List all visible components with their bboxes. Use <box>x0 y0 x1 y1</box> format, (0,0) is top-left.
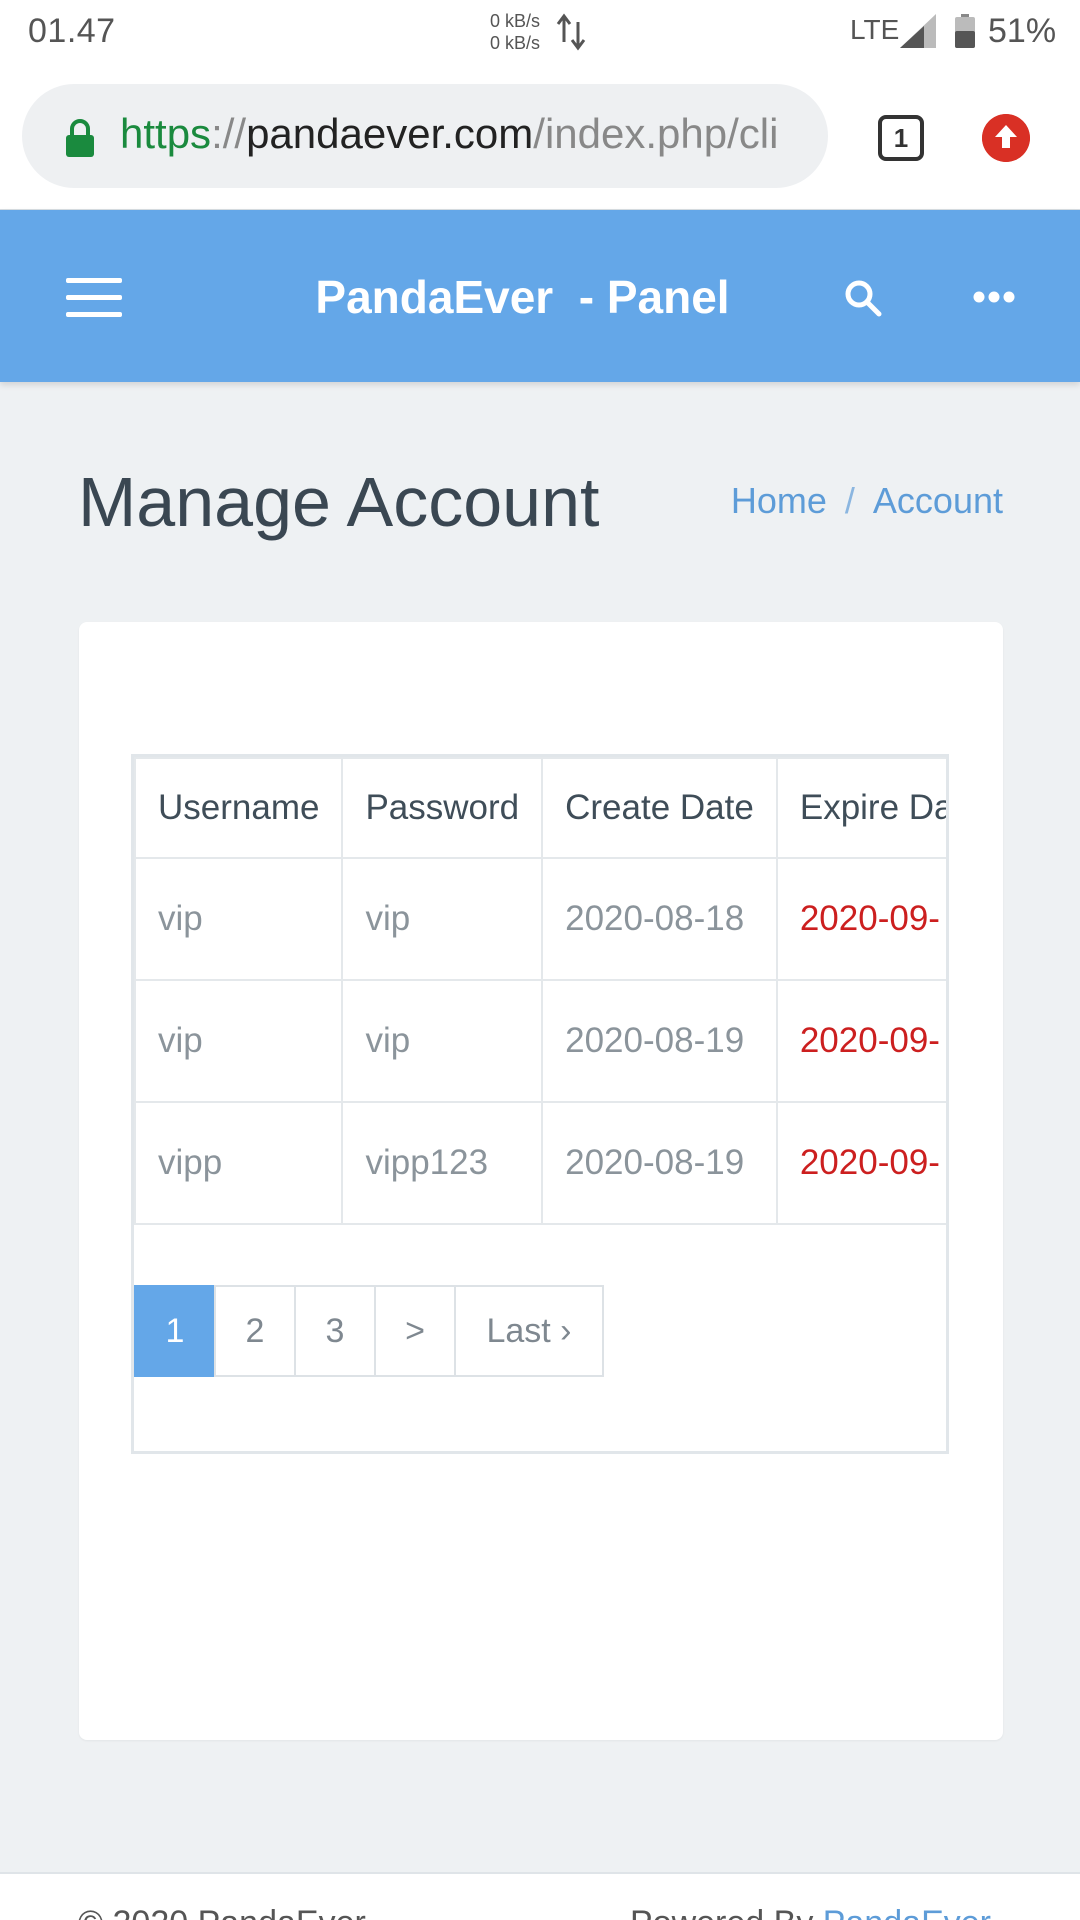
signal-icon <box>900 14 936 48</box>
url-text[interactable]: https://pandaever.com/index.php/cli <box>120 110 820 158</box>
tab-switcher-icon[interactable]: 1 <box>878 115 924 161</box>
breadcrumb-home[interactable]: Home <box>731 480 827 521</box>
footer-credit-prefix: Powered By <box>630 1904 823 1920</box>
network-speed: 0 kB/s 0 kB/s <box>490 10 540 54</box>
download-speed: 0 kB/s <box>490 33 541 53</box>
status-bar: 01.47 0 kB/s 0 kB/s LTE 51% <box>0 0 1080 64</box>
column-header-username: Username <box>134 757 344 859</box>
search-icon[interactable] <box>843 278 883 318</box>
column-header-password: Password <box>341 757 544 859</box>
cell-username: vip <box>134 857 344 981</box>
cell-expire-date: 2020-09- <box>775 857 946 981</box>
cell-username: vipp <box>134 1101 344 1225</box>
cell-password: vip <box>341 979 544 1103</box>
page-title: Manage Account <box>78 463 600 541</box>
pagination: 1 2 3 > Last › <box>134 1285 604 1377</box>
breadcrumb: Home / Account <box>731 480 1003 522</box>
table-row: vipp vipp123 2020-08-19 2020-09- <box>134 1101 946 1225</box>
cell-username: vip <box>134 979 344 1103</box>
table-row: vip vip 2020-08-19 2020-09- <box>134 979 946 1103</box>
cell-expire-date: 2020-09- <box>775 1101 946 1225</box>
cell-create-date: 2020-08-19 <box>541 979 778 1103</box>
data-transfer-icon <box>556 13 586 51</box>
more-options-icon[interactable] <box>972 290 1016 304</box>
breadcrumb-separator: / <box>844 480 855 521</box>
footer-copyright: © 2020 PandaEver <box>78 1904 366 1920</box>
footer-credit: Powered By PandaEver <box>630 1904 991 1920</box>
page-3-button[interactable]: 3 <box>294 1285 376 1377</box>
url-path: /index.php/cli <box>533 110 779 157</box>
network-type: LTE <box>850 14 900 45</box>
breadcrumb-account[interactable]: Account <box>873 480 1003 521</box>
address-bar[interactable]: https://pandaever.com/index.php/cli <box>22 84 828 188</box>
table-scroll-container[interactable]: Username Password Create Date Expire Dat… <box>131 754 949 1454</box>
url-scheme: https <box>120 110 212 157</box>
url-host: pandaever.com <box>246 110 534 157</box>
cell-create-date: 2020-08-19 <box>541 1101 778 1225</box>
battery-percent: 51% <box>988 12 1057 50</box>
update-icon[interactable] <box>982 114 1030 162</box>
last-page-button[interactable]: Last › <box>454 1285 604 1377</box>
table-row: vip vip 2020-08-18 2020-09- <box>134 857 946 981</box>
page-2-button[interactable]: 2 <box>214 1285 296 1377</box>
battery-icon <box>955 14 975 48</box>
upload-speed: 0 kB/s <box>490 11 541 31</box>
next-page-button[interactable]: > <box>374 1285 456 1377</box>
lock-icon <box>66 119 94 157</box>
status-time: 01.47 <box>28 12 116 50</box>
page-footer: © 2020 PandaEver Powered By PandaEver <box>0 1872 1080 1920</box>
column-header-expire-date: Expire Date <box>775 757 946 859</box>
cell-password: vip <box>341 857 544 981</box>
footer-credit-link[interactable]: PandaEver <box>823 1904 991 1920</box>
table-header-row: Username Password Create Date Expire Dat… <box>134 757 946 859</box>
accounts-card: Username Password Create Date Expire Dat… <box>79 622 1003 1740</box>
cell-create-date: 2020-08-18 <box>541 857 778 981</box>
url-separator: :// <box>211 110 247 157</box>
accounts-table: Username Password Create Date Expire Dat… <box>134 757 946 1225</box>
browser-toolbar: https://pandaever.com/index.php/cli 1 <box>0 64 1080 210</box>
page-1-button[interactable]: 1 <box>134 1285 216 1377</box>
app-navbar: PandaEver - Panel <box>0 210 1080 382</box>
cell-password: vipp123 <box>341 1101 544 1225</box>
app-title: PandaEver - Panel <box>315 271 730 323</box>
cell-expire-date: 2020-09- <box>775 979 946 1103</box>
column-header-create-date: Create Date <box>541 757 778 859</box>
